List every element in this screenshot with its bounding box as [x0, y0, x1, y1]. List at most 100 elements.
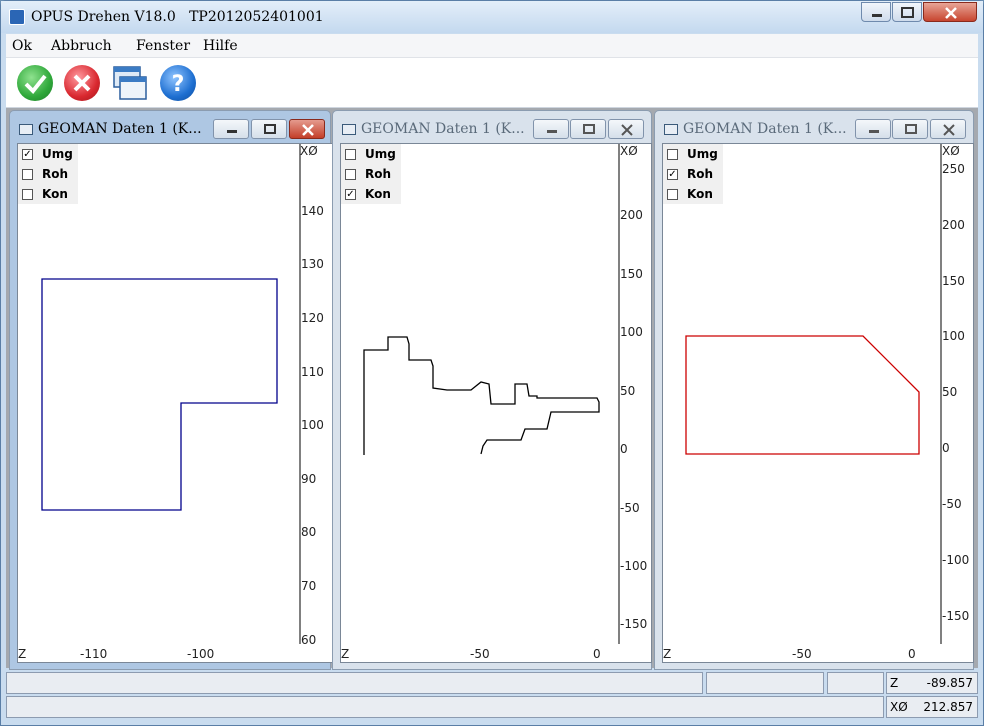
y-tick: 70	[301, 579, 317, 593]
status-pane	[6, 696, 884, 718]
y-tick: 150	[942, 274, 965, 288]
status-x-pane: XØ 212.857	[886, 696, 978, 718]
mdi-area: GEOMAN Daten 1 (K... ✓ Umg Roh Kon XØ 140…	[6, 108, 978, 670]
question-icon: ?	[172, 72, 185, 97]
y-tick: 150	[620, 267, 643, 281]
child-window-2[interactable]: GEOMAN Daten 1 (K... Umg Roh ✓ Kon XØ 200…	[332, 110, 652, 670]
y-tick: -50	[620, 501, 640, 515]
status-x-label: XØ	[890, 700, 908, 714]
status-pane	[706, 672, 824, 694]
window-title: OPUS Drehen V18.0 TP2012052401001	[31, 9, 324, 25]
child-window-3[interactable]: GEOMAN Daten 1 (K... Umg ✓ Roh Kon XØ 250…	[654, 110, 974, 670]
status-pane	[827, 672, 884, 694]
y-tick: 60	[301, 633, 317, 647]
y-tick: 200	[942, 218, 965, 232]
check-icon	[24, 74, 47, 94]
maximize-icon	[583, 124, 595, 134]
y-tick: -100	[942, 553, 970, 567]
y-tick: 90	[301, 472, 317, 486]
contour-line	[363, 336, 600, 455]
contour-plot	[363, 144, 620, 644]
child-close-button[interactable]	[930, 119, 966, 139]
help-button[interactable]: ?	[160, 65, 196, 101]
x-axis-label: Z	[663, 647, 672, 661]
menu-abbruch[interactable]: Abbruch	[51, 38, 112, 54]
x-tick: -100	[187, 647, 215, 661]
child-maximize-button[interactable]	[570, 119, 606, 139]
y-tick: 100	[942, 329, 965, 343]
y-tick: 0	[942, 441, 950, 455]
status-pane	[6, 672, 703, 694]
x-axis-label: Z	[341, 647, 350, 661]
menu-bar: Ok Abbruch Fenster Hilfe	[6, 34, 978, 58]
child-close-button[interactable]	[608, 119, 644, 139]
y-axis-label: XØ	[942, 144, 960, 158]
y-tick: 250	[942, 162, 965, 176]
x-tick: -50	[470, 647, 490, 661]
child-minimize-button[interactable]	[533, 119, 569, 139]
child-window-icon	[19, 124, 33, 135]
close-icon	[943, 124, 955, 136]
cancel-button[interactable]	[64, 65, 100, 101]
menu-ok[interactable]: Ok	[12, 38, 32, 54]
x-tick: -50	[792, 647, 812, 661]
close-button[interactable]	[923, 2, 977, 22]
y-tick: 140	[301, 204, 324, 218]
child-window-icon	[342, 124, 356, 135]
minimize-icon	[869, 130, 879, 133]
child-window-1[interactable]: GEOMAN Daten 1 (K... ✓ Umg Roh Kon XØ 140…	[9, 110, 333, 670]
windows-icon	[113, 66, 147, 100]
y-tick: -100	[620, 559, 648, 573]
minimize-icon	[547, 130, 557, 133]
ok-button[interactable]	[17, 65, 53, 101]
geometry-canvas[interactable]: Umg Roh ✓ Kon XØ 200 150 100 50 0 -50 -10…	[340, 143, 652, 663]
geometry-canvas[interactable]: ✓ Umg Roh Kon XØ 140 130 120 110 100 90 8…	[17, 143, 333, 663]
y-tick: -150	[620, 617, 648, 631]
x-axis-label: Z	[18, 647, 27, 661]
menu-hilfe[interactable]: Hilfe	[203, 38, 238, 54]
y-tick: -50	[942, 497, 962, 511]
app-icon	[9, 9, 25, 25]
close-icon	[621, 124, 633, 136]
toolbar: ?	[6, 58, 978, 108]
contour-line	[41, 278, 278, 511]
minimize-icon	[227, 130, 237, 133]
child-minimize-button[interactable]	[855, 119, 891, 139]
child-minimize-button[interactable]	[213, 119, 249, 139]
child-maximize-button[interactable]	[892, 119, 928, 139]
child-window-title: GEOMAN Daten 1 (K...	[683, 121, 847, 137]
child-window-title: GEOMAN Daten 1 (K...	[361, 121, 525, 137]
y-tick: 80	[301, 525, 317, 539]
y-tick: 0	[620, 442, 628, 456]
y-axis-label: XØ	[620, 144, 638, 158]
windows-button[interactable]	[112, 65, 148, 101]
status-x-value: 212.857	[923, 700, 973, 714]
y-tick: -150	[942, 609, 970, 623]
menu-fenster[interactable]: Fenster	[136, 38, 190, 54]
y-axis-label: XØ	[300, 144, 318, 158]
close-icon	[302, 124, 314, 136]
x-tick: 0	[593, 647, 601, 661]
svg-text:?: ?	[172, 72, 185, 97]
status-bar-row-1: Z -89.857	[6, 672, 978, 694]
y-tick: 130	[301, 257, 324, 271]
child-maximize-button[interactable]	[251, 119, 287, 139]
contour-line	[685, 335, 920, 455]
title-bar: OPUS Drehen V18.0 TP2012052401001	[1, 1, 983, 33]
maximize-icon	[264, 124, 276, 134]
minimize-button[interactable]	[861, 2, 891, 22]
x-tick: 0	[908, 647, 916, 661]
child-close-button[interactable]	[289, 119, 325, 139]
child-window-icon	[664, 124, 678, 135]
maximize-button[interactable]	[892, 2, 922, 22]
y-tick: 110	[301, 365, 324, 379]
geometry-canvas[interactable]: Umg ✓ Roh Kon XØ 250 200 150 100 50 0 -50…	[662, 143, 974, 663]
y-tick: 50	[942, 385, 958, 399]
main-window: OPUS Drehen V18.0 TP2012052401001 Ok Abb…	[0, 0, 984, 726]
maximize-icon	[905, 124, 917, 134]
y-tick: 100	[301, 418, 324, 432]
y-tick: 200	[620, 208, 643, 222]
contour-plot	[685, 144, 942, 644]
status-z-pane: Z -89.857	[886, 672, 978, 694]
maximize-icon	[901, 7, 914, 18]
